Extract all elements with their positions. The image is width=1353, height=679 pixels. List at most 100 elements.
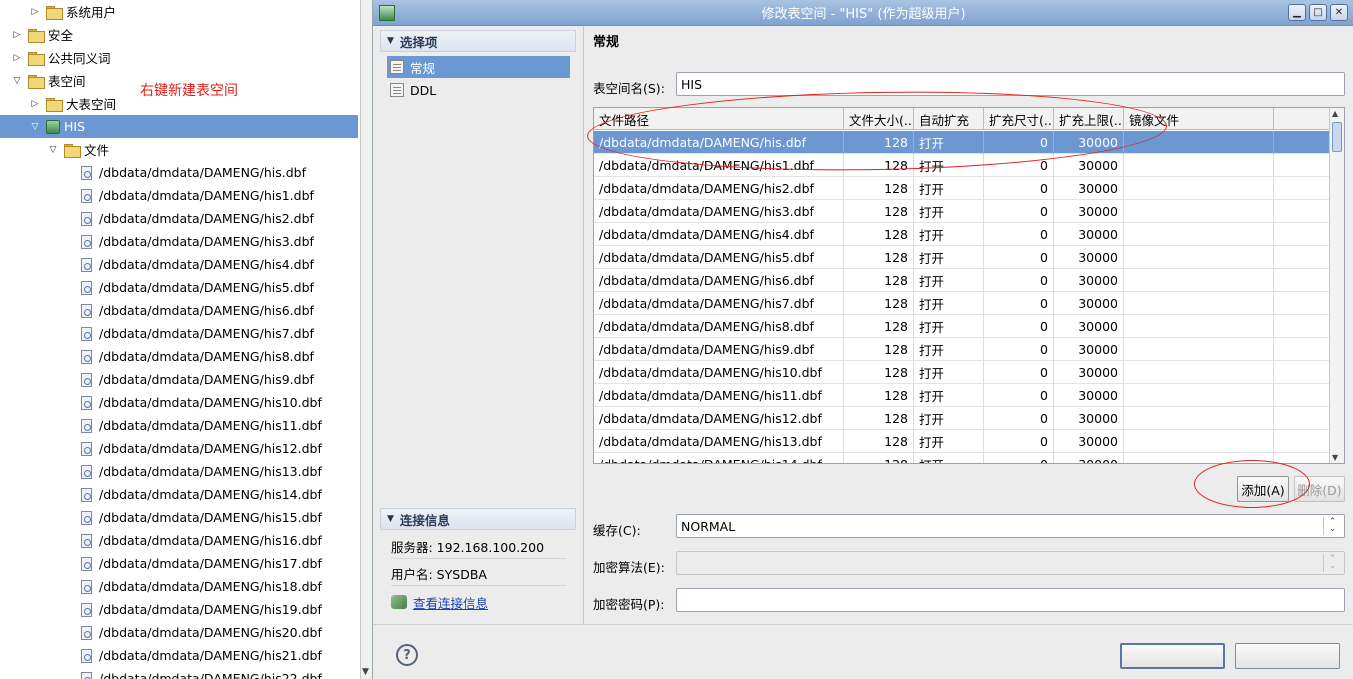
col-extend-size-cell: 0	[984, 338, 1054, 361]
table-row[interactable]: /dbdata/dmdata/DAMENG/his13.dbf 128 打开 0 300…	[594, 430, 1330, 453]
tree-file-node[interactable]: /dbdata/dmdata/DAMENG/his20.dbf	[0, 621, 358, 644]
tree-file-node[interactable]: /dbdata/dmdata/DAMENG/his6.dbf	[0, 299, 358, 322]
tree-file-node[interactable]: /dbdata/dmdata/DAMENG/his8.dbf	[0, 345, 358, 368]
col-file-path-header[interactable]: 文件路径	[594, 108, 844, 130]
section-title: 常规	[593, 35, 620, 50]
tree-file-node[interactable]: /dbdata/dmdata/DAMENG/his3.dbf	[0, 230, 358, 253]
col-extend-limit-cell: 30000	[1054, 269, 1124, 292]
view-connection-link[interactable]: 查看连接信息	[413, 593, 488, 612]
table-row[interactable]: /dbdata/dmdata/DAMENG/his8.dbf 128 打开 0 3000…	[594, 315, 1330, 338]
expanded-arrow-icon[interactable]: ▽	[28, 120, 42, 134]
add-button[interactable]: 添加(A)	[1237, 476, 1289, 502]
expanded-arrow-icon[interactable]: ▽	[46, 143, 60, 157]
tree-file-node[interactable]: /dbdata/dmdata/DAMENG/his10.dbf	[0, 391, 358, 414]
tree-file-node[interactable]: /dbdata/dmdata/DAMENG/his22.dbf	[0, 667, 358, 679]
expanded-arrow-icon[interactable]: ▽	[10, 74, 24, 88]
tree-file-node[interactable]: /dbdata/dmdata/DAMENG/his21.dbf	[0, 644, 358, 667]
cache-select[interactable]: NORMAL ⌃ ⌄	[676, 514, 1345, 538]
col-extend-limit-header[interactable]: 扩充上限(..	[1054, 108, 1124, 130]
scroll-down-icon[interactable]: ▼	[1332, 453, 1338, 462]
table-row[interactable]: /dbdata/dmdata/DAMENG/his.dbf 128 打开 0 30000	[594, 131, 1330, 154]
maximize-button[interactable]: □	[1309, 4, 1327, 21]
tablespace-name-field[interactable]: HIS	[676, 72, 1345, 96]
tree-node[interactable]: ▷ 安全	[0, 23, 358, 46]
encrypt-algorithm-select[interactable]: ⌃ ⌄	[676, 551, 1345, 575]
tree-node[interactable]: ▷ 公共同义词	[0, 46, 358, 69]
table-row[interactable]: /dbdata/dmdata/DAMENG/his2.dbf 128 打开 0 3000…	[594, 177, 1330, 200]
tree-file-node[interactable]: /dbdata/dmdata/DAMENG/his2.dbf	[0, 207, 358, 230]
table-scrollbar[interactable]: ▲ ▼	[1329, 108, 1344, 463]
modify-tablespace-dialog: 修改表空间 - "HIS" (作为超级用户) ▁ □ ✕ ▼ 选择项 常规 DD…	[372, 0, 1353, 679]
tree-file-label: /dbdata/dmdata/DAMENG/his8.dbf	[99, 349, 314, 364]
table-row[interactable]: /dbdata/dmdata/DAMENG/his6.dbf 128 打开 0 3000…	[594, 269, 1330, 292]
table-row[interactable]: /dbdata/dmdata/DAMENG/his5.dbf 128 打开 0 3000…	[594, 246, 1330, 269]
tree-file-node[interactable]: /dbdata/dmdata/DAMENG/his9.dbf	[0, 368, 358, 391]
cancel-button[interactable]	[1235, 643, 1340, 669]
folder-icon	[64, 143, 81, 158]
nav-item-ddl[interactable]: DDL	[387, 79, 570, 101]
table-row[interactable]: /dbdata/dmdata/DAMENG/his10.dbf 128 打开 0 300…	[594, 361, 1330, 384]
minimize-button[interactable]: ▁	[1288, 4, 1306, 21]
scroll-down-icon[interactable]: ▼	[362, 667, 369, 677]
tree-file-node[interactable]: /dbdata/dmdata/DAMENG/his19.dbf	[0, 598, 358, 621]
collapsed-arrow-icon[interactable]: ▷	[10, 51, 24, 65]
server-info: 服务器: 192.168.100.200	[391, 535, 566, 559]
table-row[interactable]: /dbdata/dmdata/DAMENG/his9.dbf 128 打开 0 3000…	[594, 338, 1330, 361]
col-auto-extend-header[interactable]: 自动扩充	[914, 108, 984, 130]
connection-header[interactable]: ▼ 连接信息	[380, 508, 576, 530]
tree-file-node[interactable]: /dbdata/dmdata/DAMENG/his14.dbf	[0, 483, 358, 506]
col-extend-limit-cell: 30000	[1054, 177, 1124, 200]
tree-node[interactable]: ▽ 文件	[0, 138, 358, 161]
tree-node[interactable]: ▽ HIS	[0, 115, 358, 138]
tree-file-node[interactable]: /dbdata/dmdata/DAMENG/his7.dbf	[0, 322, 358, 345]
options-header[interactable]: ▼ 选择项	[380, 30, 576, 52]
col-file-size-header[interactable]: 文件大小(..	[844, 108, 914, 130]
col-extend-size-cell: 0	[984, 453, 1054, 463]
scroll-up-icon[interactable]: ▲	[1332, 109, 1338, 118]
updown-icon[interactable]: ⌃ ⌄	[1323, 517, 1341, 535]
col-file-path-cell: /dbdata/dmdata/DAMENG/his6.dbf	[594, 269, 844, 292]
tree-file-node[interactable]: /dbdata/dmdata/DAMENG/his15.dbf	[0, 506, 358, 529]
tree-file-node[interactable]: /dbdata/dmdata/DAMENG/his4.dbf	[0, 253, 358, 276]
col-file-size-cell: 128	[844, 292, 914, 315]
scroll-thumb[interactable]	[1332, 122, 1342, 152]
tree-file-node[interactable]: /dbdata/dmdata/DAMENG/his11.dbf	[0, 414, 358, 437]
encrypt-algorithm-label: 加密算法(E):	[593, 560, 665, 575]
tree-file-node[interactable]: /dbdata/dmdata/DAMENG/his1.dbf	[0, 184, 358, 207]
ok-button[interactable]	[1120, 643, 1225, 669]
delete-button[interactable]: 删除(D)	[1294, 476, 1345, 502]
col-extend-limit-cell: 30000	[1054, 407, 1124, 430]
close-button[interactable]: ✕	[1330, 4, 1348, 21]
table-row[interactable]: /dbdata/dmdata/DAMENG/his12.dbf 128 打开 0 300…	[594, 407, 1330, 430]
encrypt-password-field[interactable]	[676, 588, 1345, 612]
object-tree: ▷ 系统用户 ▷ 安全 ▷ 公共同义词 ▽ 表空间 ▷ 大表空间 ▽ HIS ▽ 文件/dbdata/dm…	[0, 0, 372, 679]
nav-item-general[interactable]: 常规	[387, 56, 570, 78]
table-row[interactable]: /dbdata/dmdata/DAMENG/his7.dbf 128 打开 0 3000…	[594, 292, 1330, 315]
collapsed-arrow-icon[interactable]: ▷	[28, 97, 42, 111]
tree-file-node[interactable]: /dbdata/dmdata/DAMENG/his18.dbf	[0, 575, 358, 598]
table-row[interactable]: /dbdata/dmdata/DAMENG/his1.dbf 128 打开 0 3000…	[594, 154, 1330, 177]
collapsed-arrow-icon[interactable]: ▷	[10, 28, 24, 42]
col-auto-extend-cell: 打开	[914, 407, 984, 430]
col-extend-size-header[interactable]: 扩充尺寸(..	[984, 108, 1054, 130]
col-mirror-file-header[interactable]: 镜像文件	[1124, 108, 1274, 130]
tree-scrollbar[interactable]: ▼	[360, 0, 372, 679]
tree-file-node[interactable]: /dbdata/dmdata/DAMENG/his16.dbf	[0, 529, 358, 552]
collapsed-arrow-icon[interactable]: ▷	[28, 5, 42, 19]
col-extend-limit-cell: 30000	[1054, 453, 1124, 463]
tree-node[interactable]: ▷ 系统用户	[0, 0, 358, 23]
tree-file-node[interactable]: /dbdata/dmdata/DAMENG/his5.dbf	[0, 276, 358, 299]
tree-file-node[interactable]: /dbdata/dmdata/DAMENG/his17.dbf	[0, 552, 358, 575]
col-extend-size-cell: 0	[984, 361, 1054, 384]
tree-file-node[interactable]: /dbdata/dmdata/DAMENG/his12.dbf	[0, 437, 358, 460]
tree-file-node[interactable]: /dbdata/dmdata/DAMENG/his13.dbf	[0, 460, 358, 483]
table-row[interactable]: /dbdata/dmdata/DAMENG/his11.dbf 128 打开 0 300…	[594, 384, 1330, 407]
table-row[interactable]: /dbdata/dmdata/DAMENG/his4.dbf 128 打开 0 3000…	[594, 223, 1330, 246]
options-header-label: 选择项	[399, 34, 438, 50]
col-mirror-file-cell	[1124, 246, 1274, 269]
table-row[interactable]: /dbdata/dmdata/DAMENG/his14.dbf128打开0300…	[594, 453, 1330, 463]
help-icon[interactable]: ?	[396, 644, 418, 666]
col-extend-size-cell: 0	[984, 384, 1054, 407]
tree-file-node[interactable]: /dbdata/dmdata/DAMENG/his.dbf	[0, 161, 358, 184]
table-row[interactable]: /dbdata/dmdata/DAMENG/his3.dbf 128 打开 0 3000…	[594, 200, 1330, 223]
